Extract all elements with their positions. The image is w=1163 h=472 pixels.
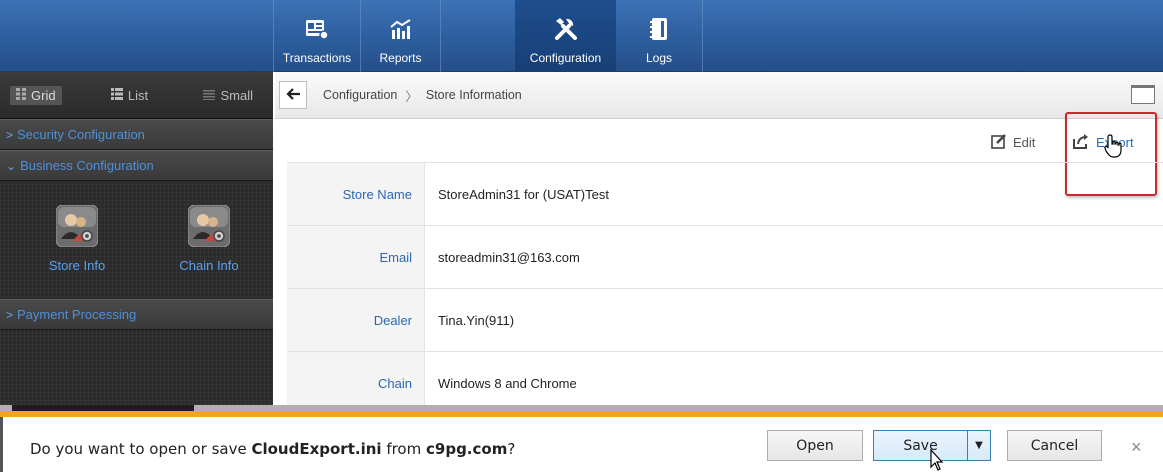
view-grid-label: Grid	[31, 87, 56, 103]
detail-row: Dealer Tina.Yin(911)	[287, 288, 1163, 351]
maximize-window-icon[interactable]	[1131, 85, 1155, 104]
grid-icon	[16, 87, 26, 103]
detail-value: storeadmin31@163.com	[424, 226, 1163, 288]
cancel-button[interactable]: Cancel	[1007, 430, 1102, 461]
store-details-table: Store Name StoreAdmin31 for (USAT)Test E…	[287, 162, 1163, 414]
view-list-label: List	[127, 87, 149, 103]
nav-divider	[440, 0, 441, 72]
detail-value: StoreAdmin31 for (USAT)Test	[424, 163, 1163, 225]
tile-label: Store Info	[48, 258, 106, 273]
sidebar: Grid List Small > Security Configuration…	[0, 72, 273, 405]
section-label: Security Configuration	[17, 127, 145, 142]
breadcrumb-item[interactable]: Configuration	[323, 88, 397, 102]
business-config-tiles: Store Info Chain Info	[0, 181, 273, 299]
save-button[interactable]: Save	[873, 430, 968, 461]
view-small-label: Small	[220, 87, 253, 103]
nav-tab-configuration[interactable]: Configuration	[515, 0, 616, 72]
open-button[interactable]: Open	[767, 430, 863, 461]
download-domain: c9pg.com	[426, 440, 508, 458]
detail-row: Email storeadmin31@163.com	[287, 225, 1163, 288]
nav-tab-label: Configuration	[529, 51, 602, 65]
view-small-button[interactable]: Small	[197, 86, 259, 105]
users-gear-icon	[55, 204, 99, 250]
download-notification-bar: Do you want to open or save CloudExport.…	[0, 405, 1163, 472]
tile-store-info[interactable]: Store Info	[25, 204, 129, 299]
close-icon[interactable]: ×	[1131, 437, 1142, 458]
detail-label: Email	[287, 226, 424, 288]
main-content: Configuration 〉 Store Information Edit E…	[275, 72, 1163, 414]
detail-label: Store Name	[287, 163, 424, 225]
detail-label: Dealer	[287, 289, 424, 351]
edit-pencil-icon	[991, 133, 1007, 152]
section-label: Payment Processing	[17, 307, 137, 322]
notification-accent-bar	[0, 411, 1163, 417]
download-filename: CloudExport.ini	[251, 440, 382, 458]
breadcrumb-item-current: Store Information	[425, 88, 522, 102]
breadcrumb: Configuration 〉 Store Information	[323, 86, 522, 105]
message-middle: from	[381, 440, 426, 458]
transactions-icon	[304, 16, 330, 42]
top-navigation: Transactions Reports Configuration Logs	[0, 0, 1163, 72]
view-toggle-bar: Grid List Small	[0, 72, 273, 119]
view-list-button[interactable]: List	[105, 86, 154, 105]
list-icon	[110, 87, 123, 103]
nav-tab-label: Transactions	[282, 51, 352, 65]
breadcrumb-separator: 〉	[405, 89, 418, 104]
back-button[interactable]	[279, 81, 307, 109]
message-prefix: Do you want to open or save	[30, 440, 252, 458]
edit-button[interactable]: Edit	[991, 133, 1035, 152]
users-gear-icon	[187, 204, 231, 250]
detail-row: Store Name StoreAdmin31 for (USAT)Test	[287, 162, 1163, 225]
nav-tab-label: Reports	[379, 51, 422, 65]
message-suffix: ?	[507, 440, 516, 458]
nav-tab-logs[interactable]: Logs	[616, 0, 702, 72]
small-list-icon	[203, 88, 216, 103]
reports-chart-icon	[388, 16, 414, 42]
chevron-right-icon: >	[6, 307, 14, 322]
tools-icon	[553, 16, 579, 42]
section-security-configuration[interactable]: > Security Configuration	[0, 119, 273, 150]
nav-divider	[702, 0, 703, 72]
breadcrumb-bar: Configuration 〉 Store Information	[275, 72, 1163, 119]
action-bar: Edit Export	[275, 112, 1163, 196]
tile-chain-info[interactable]: Chain Info	[157, 204, 261, 299]
notification-edge	[0, 417, 3, 472]
detail-value: Tina.Yin(911)	[424, 289, 1163, 351]
download-message: Do you want to open or save CloudExport.…	[30, 440, 515, 458]
section-label: Business Configuration	[20, 158, 154, 173]
nav-tab-label: Logs	[645, 51, 673, 65]
chevron-right-icon: >	[6, 127, 14, 142]
logbook-icon	[646, 16, 672, 42]
chevron-down-icon: ⌄	[6, 158, 17, 173]
caret-down-icon: ▼	[975, 440, 983, 451]
tile-label: Chain Info	[179, 258, 239, 273]
section-business-configuration[interactable]: ⌄ Business Configuration	[0, 150, 273, 181]
nav-tab-reports[interactable]: Reports	[361, 0, 440, 72]
arrow-left-icon	[285, 87, 301, 104]
save-options-dropdown-button[interactable]: ▼	[967, 430, 991, 461]
section-payment-processing[interactable]: > Payment Processing	[0, 299, 273, 330]
nav-tab-transactions[interactable]: Transactions	[274, 0, 360, 72]
view-grid-button[interactable]: Grid	[10, 85, 62, 105]
edit-label: Edit	[1013, 135, 1036, 150]
